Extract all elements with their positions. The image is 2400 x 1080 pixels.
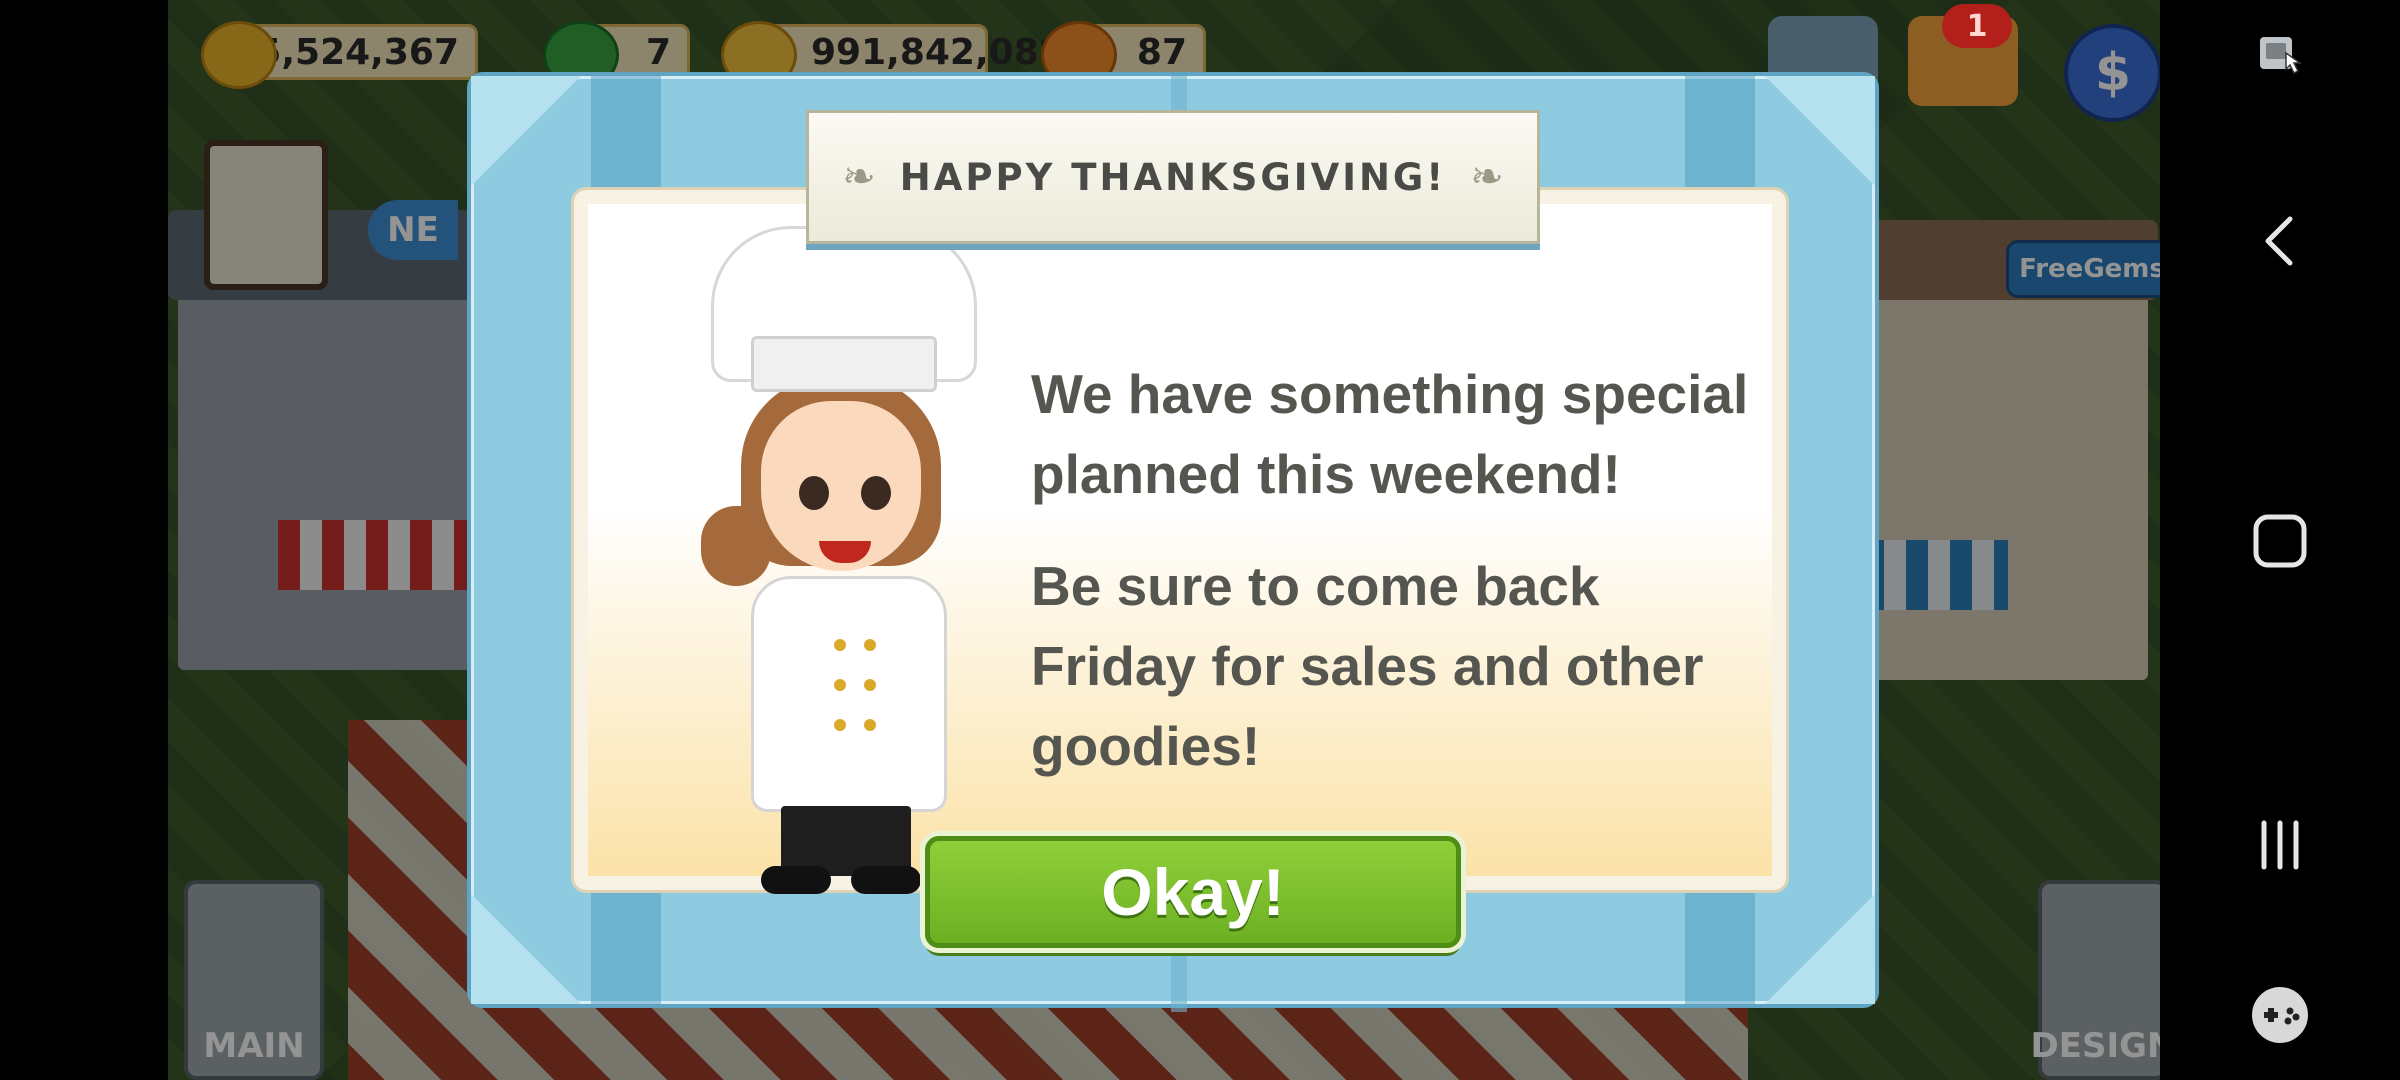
dialog-message-2: Be sure to come back Friday for sales an… <box>1031 555 1704 777</box>
home-icon[interactable] <box>2160 486 2400 596</box>
okay-button[interactable]: Okay! <box>925 836 1461 948</box>
frame-corner <box>471 894 581 1004</box>
frame-corner <box>1765 76 1875 186</box>
flourish-icon: ❧ <box>1470 154 1504 200</box>
frame-corner <box>1765 894 1875 1004</box>
gamepad-icon[interactable] <box>2160 960 2400 1070</box>
frame-corner <box>471 76 581 186</box>
announcement-dialog: ❧ HAPPY THANKSGIVING! ❧ We have somethin… <box>467 72 1879 1012</box>
recent-apps-icon[interactable] <box>2160 790 2400 900</box>
keyboard-icon[interactable] <box>2160 0 2400 110</box>
system-navigation-bar <box>2160 0 2400 1080</box>
chef-character-illustration <box>701 226 991 926</box>
dialog-message-1: We have something special planned this w… <box>1031 363 1749 505</box>
flourish-icon: ❧ <box>842 154 876 200</box>
title-banner: ❧ HAPPY THANKSGIVING! ❧ <box>806 110 1540 244</box>
notification-badge: 1 <box>1942 4 2012 48</box>
dialog-title: HAPPY THANKSGIVING! <box>899 155 1447 199</box>
back-icon[interactable] <box>2160 186 2400 296</box>
